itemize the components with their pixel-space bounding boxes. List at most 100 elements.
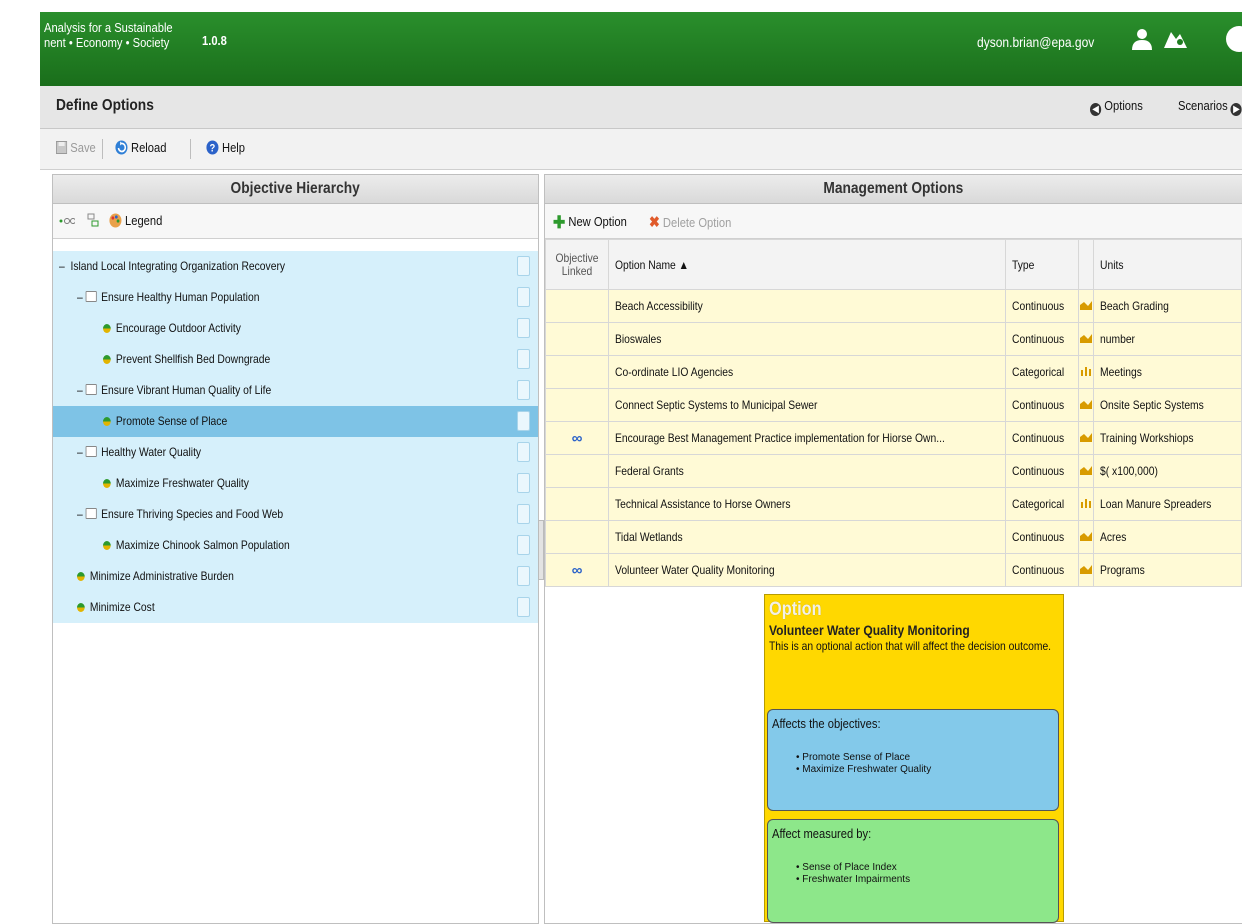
type-icon-cell[interactable]: [1078, 553, 1095, 587]
tree-node-content: Minimize Cost: [77, 600, 155, 614]
column-option-name[interactable]: Option Name ▲: [608, 239, 1006, 290]
tree-node[interactable]: Minimize Cost: [53, 592, 538, 623]
option-name-cell[interactable]: Tidal Wetlands: [608, 520, 1006, 554]
arrow-right-icon: ▶: [1230, 103, 1242, 116]
units-cell: $( x100,000): [1093, 454, 1242, 488]
node-notes-icon[interactable]: [517, 535, 530, 555]
tree-node[interactable]: – Ensure Healthy Human Population: [53, 282, 538, 313]
link-icon[interactable]: ∞: [572, 562, 583, 579]
node-notes-icon[interactable]: [517, 442, 530, 462]
legend-button[interactable]: Legend: [109, 213, 162, 228]
tree-node-content: Minimize Administrative Burden: [77, 569, 234, 583]
new-option-button[interactable]: ✚ New Option: [553, 213, 627, 233]
table-row[interactable]: Technical Assistance to Horse Owners Cate…: [544, 487, 1242, 521]
toolbar-divider: [190, 139, 191, 159]
tree-node-content: Encourage Outdoor Activity: [103, 321, 241, 335]
option-name-cell[interactable]: Bioswales: [608, 322, 1006, 356]
node-notes-icon[interactable]: [517, 349, 530, 369]
type-icon-cell[interactable]: [1078, 388, 1095, 422]
tooltip-option-name: Volunteer Water Quality Monitoring: [769, 622, 970, 638]
plus-icon: ✚: [553, 213, 566, 232]
table-row[interactable]: Connect Septic Systems to Municipal Sewe…: [544, 388, 1242, 422]
tree-node-label: Healthy Water Quality: [101, 445, 202, 459]
table-row[interactable]: ∞ Encourage Best Management Practice impl…: [544, 421, 1242, 455]
help-button[interactable]: ? Help: [206, 140, 245, 155]
units-cell: Training Workshiops: [1093, 421, 1242, 455]
table-row[interactable]: ∞ Volunteer Water Quality Monitoring Conti…: [544, 553, 1242, 587]
collapse-toggle-icon[interactable]: –: [77, 507, 83, 521]
collapse-all-icon[interactable]: [87, 213, 99, 227]
column-type[interactable]: Type: [1004, 239, 1080, 290]
table-row[interactable]: Tidal Wetlands Continuous Acres: [544, 520, 1242, 554]
column-type-icon: [1078, 239, 1095, 290]
node-notes-icon[interactable]: [517, 380, 530, 400]
nav-back-options[interactable]: ◀ Options: [1090, 98, 1143, 116]
home-icon[interactable]: [1162, 28, 1188, 50]
table-row[interactable]: Bioswales Continuous number: [544, 322, 1242, 356]
type-icon-cell[interactable]: [1078, 322, 1095, 356]
user-icon[interactable]: [1131, 28, 1153, 50]
node-notes-icon[interactable]: [517, 473, 530, 493]
collapse-toggle-icon[interactable]: –: [77, 445, 83, 459]
categorical-chart-icon: [1081, 499, 1092, 508]
option-name-cell[interactable]: Federal Grants: [608, 454, 1006, 488]
column-objective-linked[interactable]: Objective Linked: [544, 239, 610, 290]
objective-status-icon: [77, 572, 85, 581]
table-row[interactable]: Federal Grants Continuous $( x100,000): [544, 454, 1242, 488]
nav-forward-scenarios[interactable]: Scenarios ▶: [1178, 98, 1242, 116]
option-name-cell[interactable]: Technical Assistance to Horse Owners: [608, 487, 1006, 521]
node-notes-icon[interactable]: [517, 318, 530, 338]
node-notes-icon[interactable]: [517, 411, 530, 431]
type-icon-cell[interactable]: [1078, 487, 1095, 521]
tree-node[interactable]: Promote Sense of Place: [53, 406, 538, 437]
tree-node[interactable]: Maximize Freshwater Quality: [53, 468, 538, 499]
type-icon-cell[interactable]: [1078, 355, 1095, 389]
link-icon[interactable]: ∞: [572, 430, 583, 447]
tree-node[interactable]: – Healthy Water Quality: [53, 437, 538, 468]
tree-node[interactable]: Minimize Administrative Burden: [53, 561, 538, 592]
table-row[interactable]: Beach Accessibility Continuous Beach Gradi…: [544, 289, 1242, 323]
expand-all-icon[interactable]: [59, 217, 75, 225]
node-notes-icon[interactable]: [517, 566, 530, 586]
table-row[interactable]: Co-ordinate LIO Agencies Categorical Meeti…: [544, 355, 1242, 389]
tree-node[interactable]: – Island Local Integrating Organization …: [53, 251, 538, 282]
user-email[interactable]: dyson.brian@epa.gov: [977, 34, 1094, 50]
node-notes-icon[interactable]: [517, 256, 530, 276]
measures-title: Affect measured by:: [772, 826, 872, 841]
objective-linked-cell: [544, 322, 610, 356]
help-circle-icon[interactable]: [1221, 24, 1242, 54]
type-icon-cell[interactable]: [1078, 421, 1095, 455]
reload-button[interactable]: Reload: [115, 140, 166, 155]
option-name-cell[interactable]: Volunteer Water Quality Monitoring: [608, 553, 1006, 587]
option-name-cell[interactable]: Beach Accessibility: [608, 289, 1006, 323]
tree-node[interactable]: – Ensure Thriving Species and Food Web: [53, 499, 538, 530]
option-name-cell[interactable]: Encourage Best Management Practice imple…: [608, 421, 1006, 455]
tree-node[interactable]: Maximize Chinook Salmon Population: [53, 530, 538, 561]
column-units[interactable]: Units: [1093, 239, 1242, 290]
nav-scenarios-label: Scenarios: [1178, 98, 1228, 113]
toolbar: Save Reload ? Help: [40, 129, 1242, 170]
type-icon-cell[interactable]: [1078, 520, 1095, 554]
folder-icon: [85, 291, 97, 302]
objective-status-icon: [103, 417, 111, 426]
node-notes-icon[interactable]: [517, 504, 530, 524]
collapse-toggle-icon[interactable]: –: [77, 290, 83, 304]
tree-node[interactable]: – Ensure Vibrant Human Quality of Life: [53, 375, 538, 406]
node-notes-icon[interactable]: [517, 597, 530, 617]
type-cell: Continuous: [1004, 421, 1080, 455]
save-button[interactable]: Save: [56, 140, 96, 155]
tooltip-description: This is an optional action that will aff…: [769, 639, 1052, 653]
tree-node[interactable]: Prevent Shellfish Bed Downgrade: [53, 344, 538, 375]
collapse-toggle-icon[interactable]: –: [77, 383, 83, 397]
option-name-cell[interactable]: Connect Septic Systems to Municipal Sewe…: [608, 388, 1006, 422]
collapse-toggle-icon[interactable]: –: [59, 259, 65, 273]
tree-node-content: – Ensure Vibrant Human Quality of Life: [77, 383, 271, 397]
node-notes-icon[interactable]: [517, 287, 530, 307]
type-icon-cell[interactable]: [1078, 454, 1095, 488]
objective-linked-cell: ∞: [544, 421, 610, 455]
tree-node-label: Encourage Outdoor Activity: [115, 321, 241, 335]
tree-node[interactable]: Encourage Outdoor Activity: [53, 313, 538, 344]
delete-option-button[interactable]: ✖ Delete Option: [649, 213, 731, 231]
option-name-cell[interactable]: Co-ordinate LIO Agencies: [608, 355, 1006, 389]
type-icon-cell[interactable]: [1078, 289, 1095, 323]
